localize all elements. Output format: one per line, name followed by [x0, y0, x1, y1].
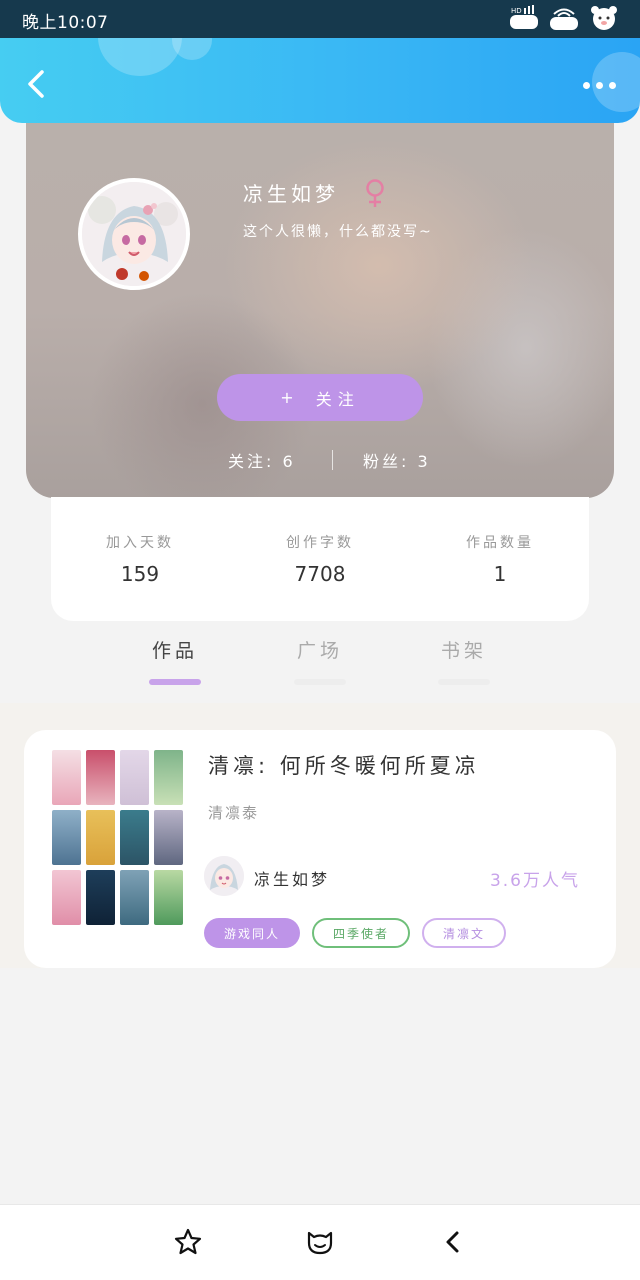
- stat-value: 159: [120, 562, 160, 586]
- author-avatar[interactable]: [204, 856, 244, 896]
- following-count[interactable]: 关注: 6: [228, 448, 296, 472]
- work-popularity: 3.6万人气: [489, 871, 580, 891]
- tab-indicator: [438, 679, 490, 685]
- stats-card: 加入天数 159 创作字数 7708 作品数量 1: [51, 497, 589, 621]
- tab-indicator: [294, 679, 346, 685]
- tab-label: 书架: [440, 640, 487, 662]
- more-dots-icon: [583, 82, 590, 89]
- profile-card: 凉生如梦 这个人很懒，什么都没写~ + 关注 关注: 6 粉丝: 3: [26, 123, 614, 498]
- work-subtitle: 清凛泰: [208, 804, 260, 822]
- work-title[interactable]: 清凛: 何所冬暖何所夏凉: [208, 750, 480, 780]
- stat-word-count: 创作字数 7708: [250, 532, 390, 586]
- status-icons: HD: [508, 5, 620, 31]
- profile-tabs: 作品 广场 书架: [0, 636, 640, 696]
- wifi-icon: [550, 8, 578, 30]
- tab-works[interactable]: 作品: [135, 636, 215, 685]
- stat-join-days: 加入天数 159: [70, 532, 210, 586]
- star-icon[interactable]: [173, 1227, 203, 1257]
- bottom-nav: [0, 1204, 640, 1280]
- plus-icon: +: [280, 388, 300, 407]
- top-app-bar: [0, 38, 640, 123]
- tag-game-fanfic[interactable]: 游戏同人: [204, 918, 300, 948]
- signal-icon: HD: [510, 5, 538, 29]
- cat-face-icon[interactable]: [305, 1227, 335, 1257]
- stat-label: 创作字数: [286, 535, 354, 551]
- stat-work-count: 作品数量 1: [430, 532, 570, 586]
- avatar-image: [82, 182, 186, 286]
- follow-button[interactable]: + 关注: [217, 374, 423, 421]
- follow-button-label: 关注: [315, 389, 360, 409]
- stat-label: 加入天数: [106, 535, 174, 551]
- tag-qinglin[interactable]: 清凛文: [422, 918, 506, 948]
- chevron-left-icon[interactable]: [438, 1227, 468, 1257]
- svg-text:HD: HD: [511, 7, 522, 15]
- stat-label: 作品数量: [466, 535, 534, 551]
- stat-value: 7708: [294, 562, 346, 586]
- female-gender-icon: [366, 179, 384, 207]
- stat-value: 1: [493, 562, 507, 586]
- tab-indicator: [149, 679, 201, 685]
- battery-icon: [591, 6, 617, 30]
- followers-count[interactable]: 粉丝: 3: [363, 448, 431, 472]
- tab-bookshelf[interactable]: 书架: [424, 636, 504, 685]
- avatar[interactable]: [78, 178, 190, 290]
- profile-bio: 这个人很懒，什么都没写~: [243, 224, 433, 240]
- decor-bubble: [98, 38, 182, 76]
- tab-label: 广场: [296, 640, 343, 662]
- back-button[interactable]: [18, 66, 54, 102]
- tab-square[interactable]: 广场: [280, 636, 360, 685]
- work-cover: [52, 750, 185, 936]
- decor-bubble: [172, 38, 212, 60]
- status-time: 晚上10:07: [22, 13, 109, 33]
- tab-label: 作品: [151, 640, 198, 662]
- status-bar: 晚上10:07 HD: [0, 0, 640, 38]
- divider: [332, 450, 333, 470]
- work-author[interactable]: 凉生如梦: [254, 866, 330, 890]
- work-card[interactable]: 清凛: 何所冬暖何所夏凉 清凛泰 凉生如梦 3.6万人气 游戏同人 四季使者 清…: [24, 730, 616, 968]
- profile-nickname: 凉生如梦: [243, 182, 339, 206]
- more-button[interactable]: [583, 82, 616, 89]
- tag-four-seasons[interactable]: 四季使者: [312, 918, 410, 948]
